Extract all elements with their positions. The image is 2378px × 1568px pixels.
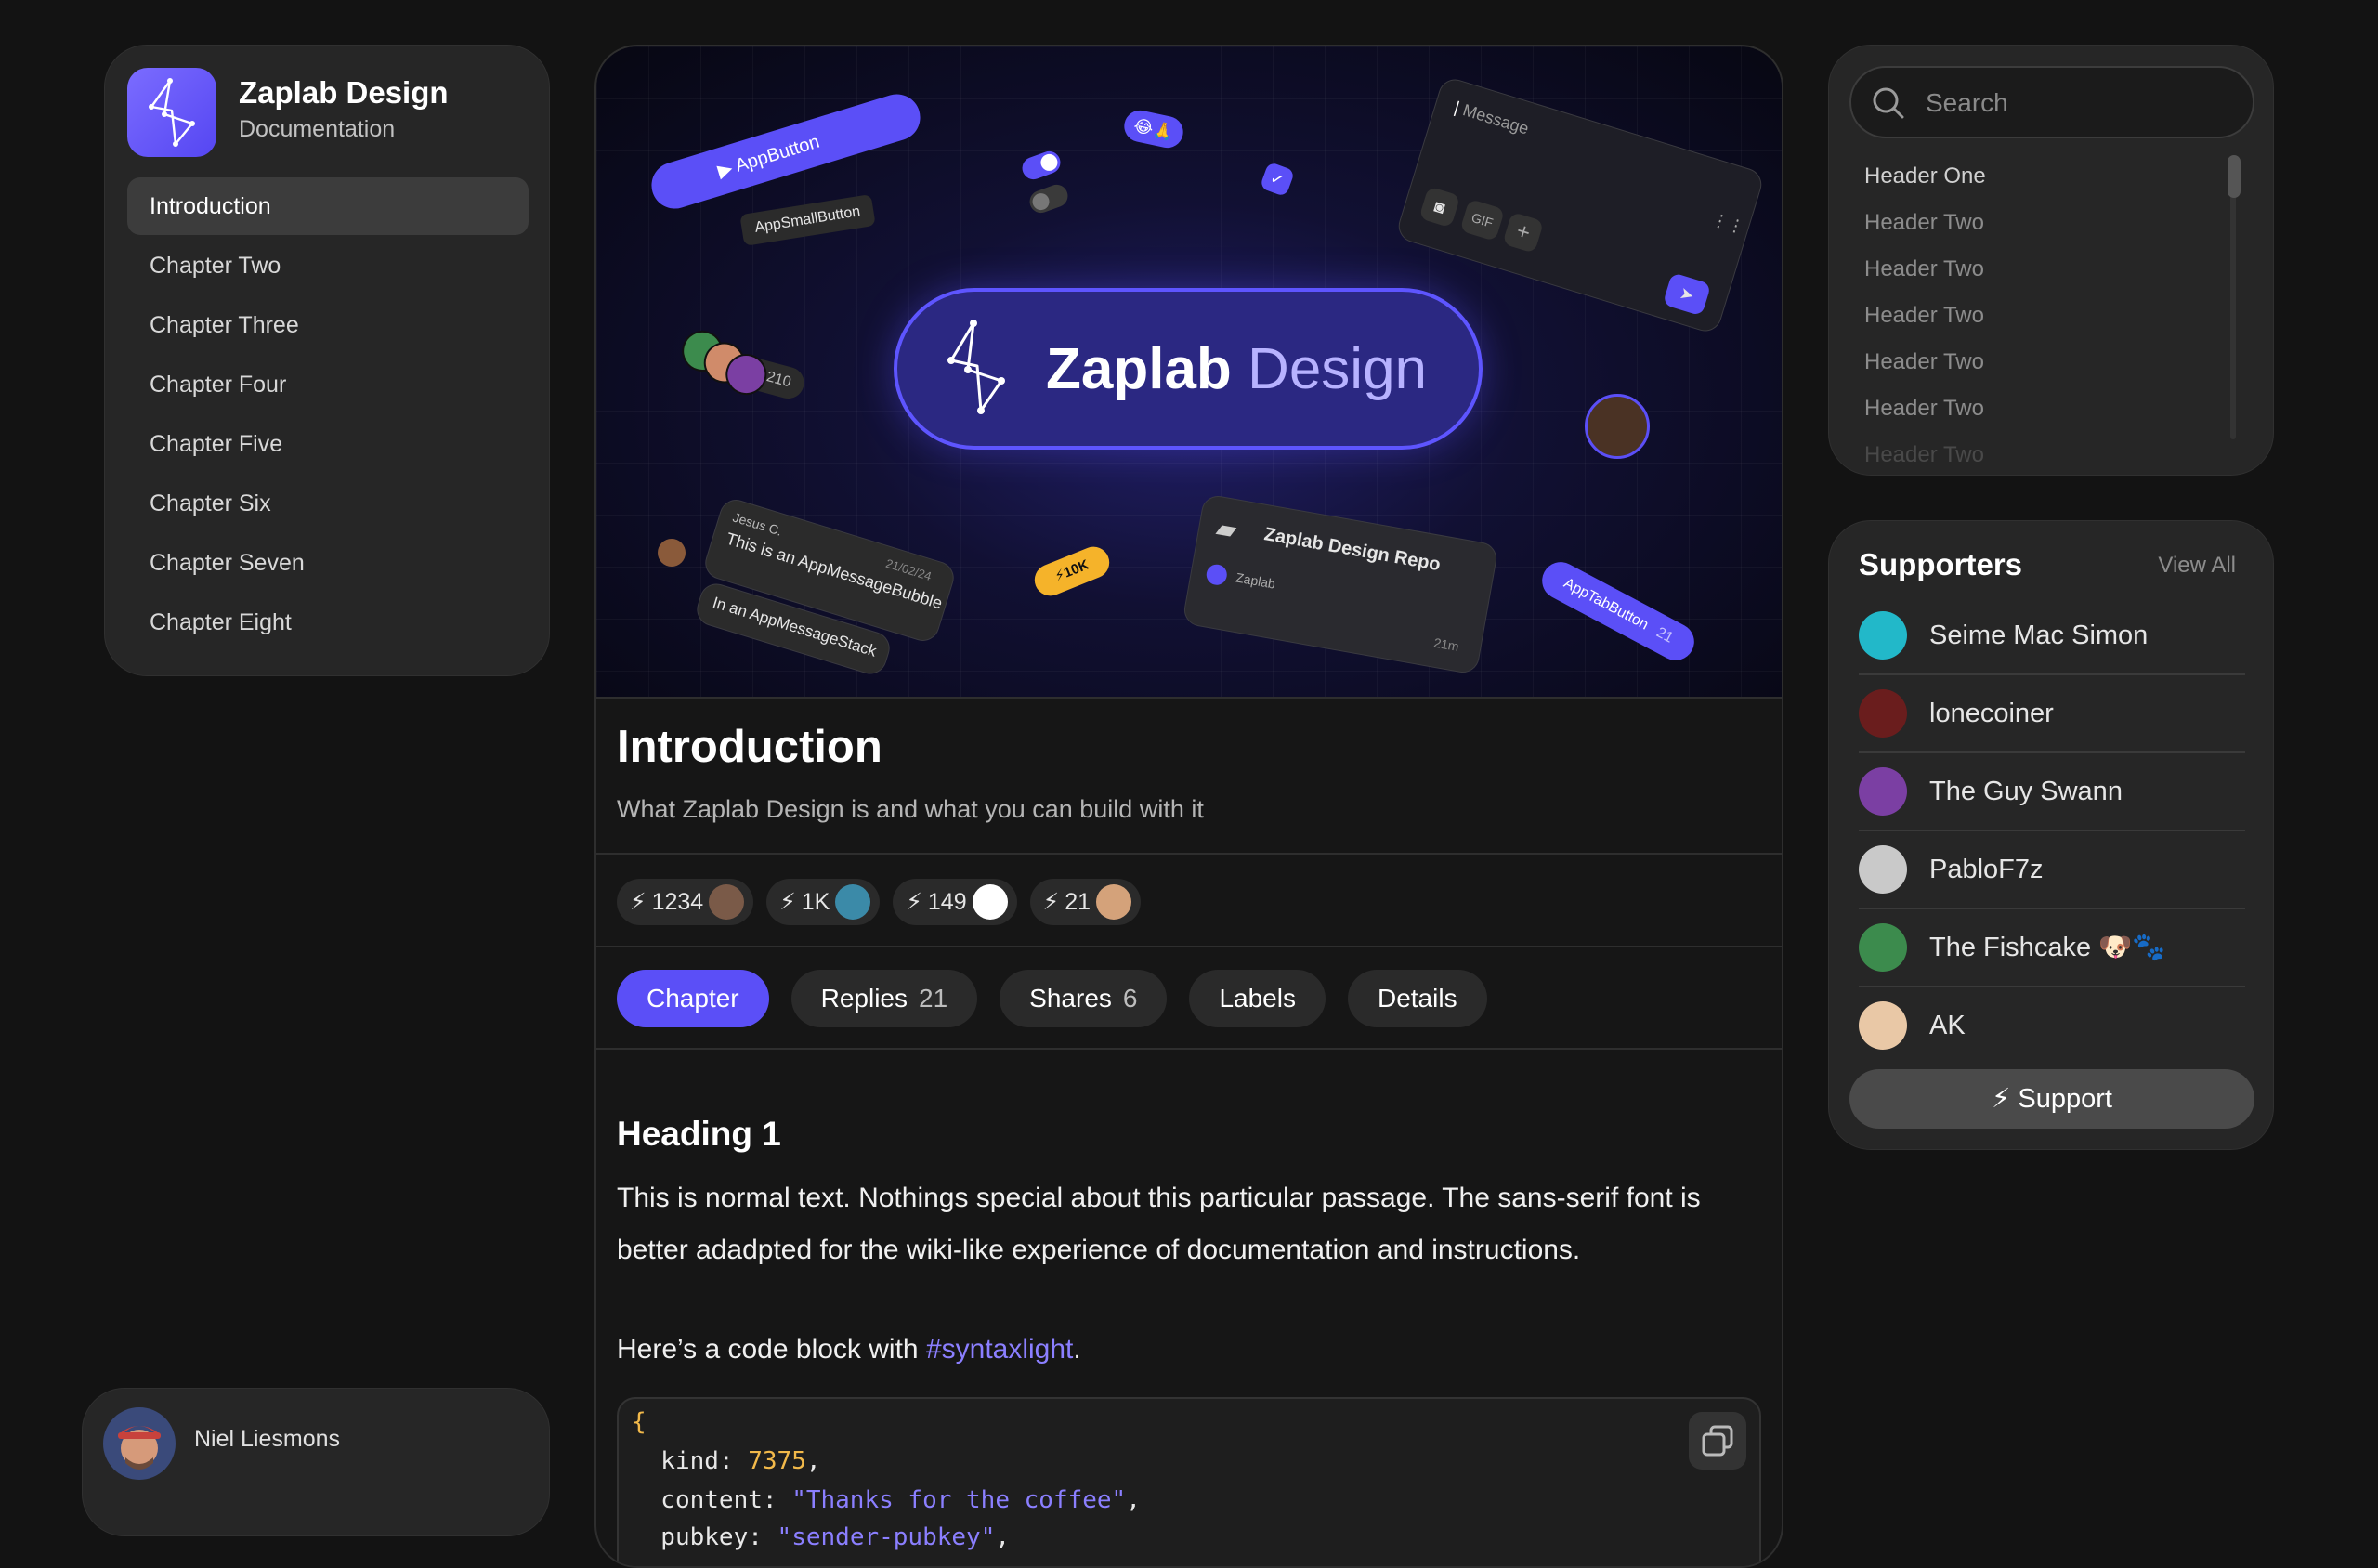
supporter-row[interactable]: Seime Mac Simon (1859, 597, 2245, 675)
code-line: content: "Thanks for the coffee", (632, 1486, 1141, 1514)
body-paragraph: This is normal text. Nothings special ab… (617, 1183, 1701, 1265)
user-profile-card[interactable]: Niel Liesmons (82, 1388, 550, 1536)
zap-chip[interactable]: ⚡ 149 (893, 879, 1017, 925)
avatar (1859, 845, 1907, 894)
app-subtitle: Documentation (239, 116, 396, 142)
toc-item[interactable]: Header Two (1864, 432, 1986, 475)
gif-button: GIF (1459, 198, 1506, 242)
nav-item-introduction[interactable]: Introduction (127, 177, 529, 235)
hashtag-link[interactable]: #syntaxlight (926, 1334, 1073, 1365)
send-icon: ➤ (1662, 272, 1712, 317)
hero-banner: ▶ AppButton AppSmallButton 😂🙏 ✓ | Messag… (596, 46, 1782, 699)
avatar (1859, 767, 1907, 816)
avatar (658, 539, 686, 567)
tab-chapter[interactable]: Chapter (617, 970, 769, 1027)
section-heading: Heading 1 (617, 1115, 781, 1153)
supporter-row[interactable]: AK (1859, 987, 2245, 1064)
nav-item-chapter-four[interactable]: Chapter Four (127, 356, 529, 413)
article-card: ▶ AppButton AppSmallButton 😂🙏 ✓ | Messag… (594, 45, 1784, 1568)
avatar (1859, 689, 1907, 738)
tab-replies[interactable]: Replies 21 (790, 970, 978, 1027)
toc-item[interactable]: Header Two (1864, 293, 1986, 339)
tab-details[interactable]: Details (1347, 970, 1487, 1027)
toc-item[interactable]: Header One (1864, 153, 1986, 200)
zap-chip[interactable]: ⚡ 1234 (617, 879, 754, 925)
voice-icon: ⋮⋮ (1709, 209, 1747, 238)
avatar (1859, 1001, 1907, 1050)
avatar (1096, 884, 1131, 920)
divider (596, 946, 1782, 947)
zaplab-logo-icon (940, 316, 1014, 423)
chapter-list: Introduction Chapter Two Chapter Three C… (127, 177, 529, 653)
nav-item-chapter-eight[interactable]: Chapter Eight (127, 594, 529, 651)
code-line: kind: 7375, (632, 1447, 821, 1475)
play-icon: ▶ (715, 158, 736, 182)
code-intro-text: Here’s a code block with #syntaxlight. (617, 1334, 1081, 1365)
supporters-title: Supporters (1859, 547, 2023, 581)
search-icon (1873, 87, 1904, 119)
table-of-contents: Search Header One Header Two Header Two … (1828, 45, 2274, 476)
divider (596, 853, 1782, 855)
nav-item-chapter-two[interactable]: Chapter Two (127, 237, 529, 294)
code-line: pubkey: "sender-pubkey", (632, 1523, 1011, 1551)
supporter-row[interactable]: PabloF7z (1859, 831, 2245, 909)
zap-chip[interactable]: ⚡ 21 (1029, 879, 1141, 925)
scrollbar-thumb[interactable] (2228, 155, 2241, 198)
tab-labels[interactable]: Labels (1189, 970, 1326, 1027)
nav-item-chapter-six[interactable]: Chapter Six (127, 475, 529, 532)
search-placeholder: Search (1926, 88, 2008, 117)
sidebar-nav: Zaplab Design Documentation Introduction… (104, 45, 550, 676)
avatar (709, 884, 745, 920)
toc-item[interactable]: Header Two (1864, 246, 1986, 293)
avatar (835, 884, 871, 920)
tab-bar: Chapter Replies 21 Shares 6 Labels Details (617, 970, 1487, 1027)
zap-list: ⚡ 1234 ⚡ 1K ⚡ 149 ⚡ 21 (617, 879, 1141, 925)
nav-item-chapter-seven[interactable]: Chapter Seven (127, 534, 529, 592)
code-line: { (632, 1408, 647, 1436)
camera-icon: ◙ (1418, 186, 1461, 229)
app-title: Zaplab Design (239, 75, 449, 110)
toc-item[interactable]: Header Two (1864, 339, 1986, 385)
divider (596, 1048, 1782, 1050)
copy-icon (1702, 1425, 1733, 1457)
support-button[interactable]: ⚡ Support (1849, 1069, 2254, 1129)
bolt-icon: ⚡ (1042, 889, 1060, 915)
page-subtitle: What Zaplab Design is and what you can b… (617, 795, 1204, 823)
bolt-icon: ⚡ (906, 889, 922, 915)
toc-item[interactable]: Header Two (1864, 385, 1986, 432)
supporters-card: Supporters View All Seime Mac Simon lone… (1828, 520, 2274, 1150)
user-name: Niel Liesmons (194, 1426, 341, 1452)
supporter-row[interactable]: The Fishcake 🐶🐾 (1859, 909, 2245, 987)
search-input[interactable]: Search (1849, 66, 2254, 138)
tab-shares[interactable]: Shares 6 (1000, 970, 1168, 1027)
nav-item-chapter-three[interactable]: Chapter Three (127, 296, 529, 354)
supporter-row[interactable]: The Guy Swann (1859, 753, 2245, 831)
supporters-list: Seime Mac Simon lonecoiner The Guy Swann… (1859, 597, 2245, 1064)
copy-button[interactable] (1689, 1412, 1746, 1470)
hero-title: Zaplab Design (1046, 337, 1428, 401)
avatar (1859, 923, 1907, 972)
nav-item-chapter-five[interactable]: Chapter Five (127, 415, 529, 473)
avatar (1859, 611, 1907, 660)
supporter-row[interactable]: lonecoiner (1859, 675, 2245, 753)
zaplab-logo-icon (127, 68, 216, 157)
avatar[interactable] (103, 1407, 176, 1480)
plus-icon: + (1502, 211, 1545, 254)
avatar (1585, 394, 1650, 459)
avatar (972, 884, 1008, 920)
zap-chip[interactable]: ⚡ 1K (766, 879, 881, 925)
page-title: Introduction (617, 722, 882, 772)
toc-item[interactable]: Header Two (1864, 200, 1986, 246)
bolt-icon: ⚡ (1991, 1084, 2011, 1114)
toc-list: Header One Header Two Header Two Header … (1864, 153, 1986, 475)
view-all-link[interactable]: View All (2158, 553, 2236, 579)
bolt-icon: ⚡ (779, 889, 796, 915)
code-block: { kind: 7375, content: "Thanks for the c… (617, 1397, 1761, 1566)
bolt-icon: ⚡ (630, 889, 647, 915)
folder-icon: ▰ (1213, 513, 1239, 545)
